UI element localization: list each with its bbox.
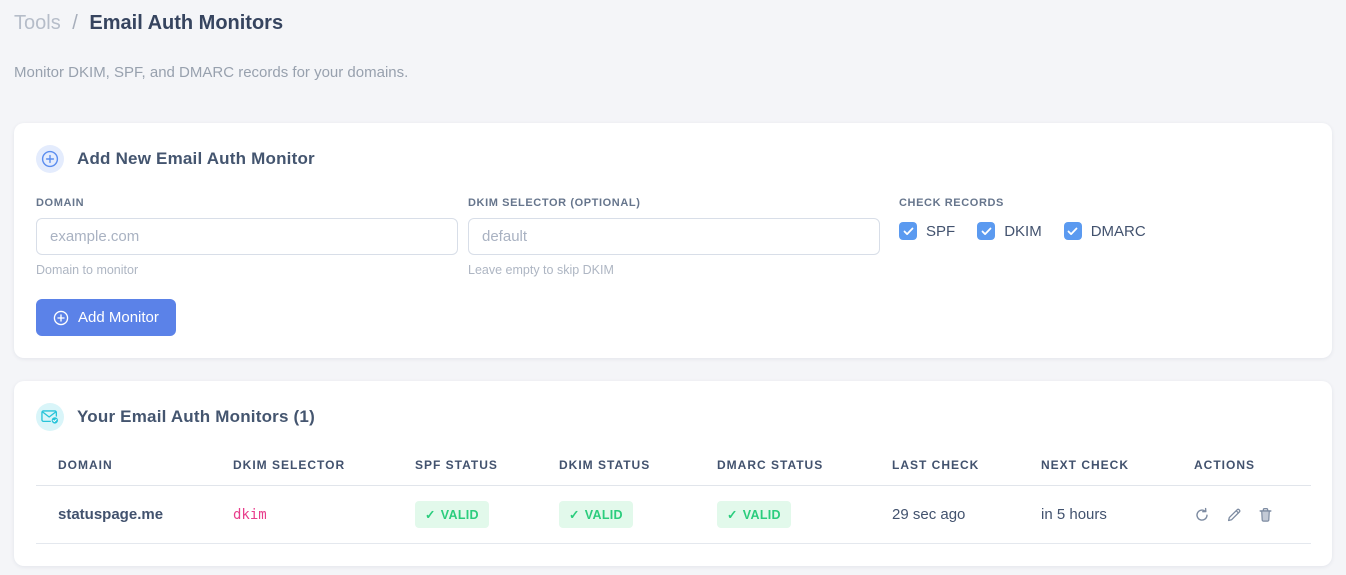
spf-status-badge: ✓ VALID — [415, 501, 489, 528]
dkim-status-text: VALID — [584, 507, 623, 522]
spf-checkbox[interactable]: SPF — [899, 222, 955, 240]
table-header-row: DOMAIN DKIM SELECTOR SPF STATUS DKIM STA… — [36, 452, 1311, 486]
add-monitor-card-title: Add New Email Auth Monitor — [77, 149, 315, 168]
dmarc-checkbox[interactable]: DMARC — [1063, 222, 1146, 240]
check-glyph: ✓ — [425, 508, 436, 522]
dkim-checkbox[interactable]: DKIM — [977, 222, 1042, 240]
column-header-last-check: LAST CHECK — [892, 452, 1041, 486]
dkim-selector-field-help: Leave empty to skip DKIM — [468, 263, 614, 277]
spf-status-text: VALID — [440, 507, 479, 522]
add-monitor-form: DOMAIN Domain to monitor DKIM SELECTOR (… — [36, 197, 1310, 277]
dkim-checkbox-label: DKIM — [1004, 222, 1042, 240]
monitors-card-title: Your Email Auth Monitors (1) — [77, 407, 315, 426]
delete-icon[interactable] — [1258, 507, 1273, 523]
add-monitor-button[interactable]: Add Monitor — [36, 299, 176, 336]
domain-field-label: DOMAIN — [36, 197, 85, 209]
monitors-list-card: Your Email Auth Monitors (1) DOMAIN DKIM… — [14, 381, 1332, 566]
monitor-next-check: in 5 hours — [1041, 485, 1194, 544]
spf-checkbox-label: SPF — [926, 222, 956, 240]
monitor-last-check: 29 sec ago — [892, 485, 1041, 544]
column-header-dkim-status: DKIM STATUS — [559, 452, 717, 486]
domain-field-help: Domain to monitor — [36, 263, 139, 277]
page-subtitle: Monitor DKIM, SPF, and DMARC records for… — [14, 64, 409, 81]
plus-circle-icon — [53, 310, 69, 326]
monitors-table: DOMAIN DKIM SELECTOR SPF STATUS DKIM STA… — [36, 452, 1311, 544]
column-header-actions: ACTIONS — [1194, 452, 1311, 486]
column-header-dkim-selector: DKIM SELECTOR — [233, 452, 415, 486]
page-title: Email Auth Monitors — [89, 12, 284, 34]
checked-checkbox-icon — [977, 222, 996, 240]
dmarc-checkbox-label: DMARC — [1090, 222, 1146, 240]
check-records-options: SPF DKIM DMARC — [899, 222, 1146, 240]
breadcrumb: Tools / Email Auth Monitors — [14, 0, 1332, 37]
row-actions — [1194, 507, 1311, 523]
email-auth-monitors-page: Tools / Email Auth Monitors Monitor DKIM… — [0, 0, 1346, 566]
table-row: statuspage.me dkim ✓ VALID ✓ VALID ✓ VAL… — [36, 485, 1311, 544]
column-header-spf-status: SPF STATUS — [415, 452, 559, 486]
column-header-dmarc-status: DMARC STATUS — [717, 452, 892, 486]
dkim-selector-field-group: DKIM SELECTOR (OPTIONAL) Leave empty to … — [468, 197, 880, 277]
envelope-check-icon — [36, 403, 64, 431]
checked-checkbox-icon — [1063, 222, 1082, 240]
breadcrumb-separator: / — [72, 12, 78, 34]
column-header-domain: DOMAIN — [36, 452, 233, 486]
monitor-domain: statuspage.me — [36, 485, 233, 544]
add-monitor-button-label: Add Monitor — [78, 309, 159, 326]
column-header-next-check: NEXT CHECK — [1041, 452, 1194, 486]
check-glyph: ✓ — [727, 508, 738, 522]
monitors-card-header: Your Email Auth Monitors (1) — [36, 403, 1310, 431]
check-records-group: CHECK RECORDS SPF DKIM DMARC — [899, 197, 1146, 240]
domain-input[interactable] — [36, 218, 458, 255]
dkim-selector-field-label: DKIM SELECTOR (OPTIONAL) — [468, 197, 641, 209]
check-glyph: ✓ — [569, 508, 580, 522]
check-records-label: CHECK RECORDS — [899, 197, 1004, 209]
edit-icon[interactable] — [1226, 507, 1242, 523]
plus-circle-icon — [36, 145, 64, 173]
dkim-selector-input[interactable] — [468, 218, 880, 255]
domain-field-group: DOMAIN Domain to monitor — [36, 197, 458, 277]
breadcrumb-tools-link[interactable]: Tools — [14, 12, 61, 34]
monitor-dkim-selector: dkim — [233, 507, 267, 523]
add-monitor-card: Add New Email Auth Monitor DOMAIN Domain… — [14, 123, 1332, 358]
dkim-status-badge: ✓ VALID — [559, 501, 633, 528]
checked-checkbox-icon — [899, 222, 917, 240]
add-monitor-card-header: Add New Email Auth Monitor — [36, 145, 1310, 173]
refresh-icon[interactable] — [1194, 507, 1210, 523]
dmarc-status-text: VALID — [742, 507, 781, 522]
dmarc-status-badge: ✓ VALID — [717, 501, 791, 528]
